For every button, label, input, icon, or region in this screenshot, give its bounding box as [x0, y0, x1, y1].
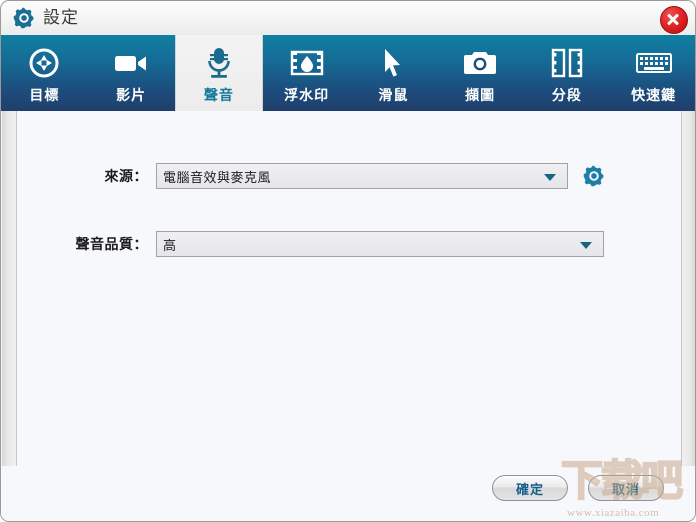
gear-icon: [13, 7, 35, 29]
quality-row: 聲音品質： 高: [1, 231, 641, 257]
target-icon: [27, 45, 61, 81]
chevron-down-icon: [580, 242, 592, 249]
film-strip-icon: [551, 45, 583, 81]
tab-label: 影片: [116, 87, 147, 103]
chevron-down-icon: [544, 174, 556, 181]
settings-content-panel: 來源： 電腦音效與麥克風 聲音品質： 高 確定 取消 www.xiazaiba.…: [1, 111, 695, 521]
tab-label: 浮水印: [284, 87, 330, 103]
scrollbar-right[interactable]: [681, 111, 695, 466]
tab-label: 分段: [551, 87, 582, 103]
tab-label: 目標: [29, 87, 60, 103]
tab-screenshot[interactable]: 擷圖: [437, 35, 524, 111]
tab-label: 快速鍵: [631, 87, 677, 103]
settings-window: 設定 目標 影片 聲音 浮水印 滑鼠 擷圖 分段 快速鍵 來源： 電腦音效與麥克…: [0, 0, 696, 522]
tab-label: 擷圖: [465, 87, 496, 103]
quality-value: 高: [163, 237, 177, 253]
cancel-button[interactable]: 取消: [588, 475, 664, 501]
source-row: 來源： 電腦音效與麥克風: [1, 163, 641, 189]
tab-mouse[interactable]: 滑鼠: [350, 35, 437, 111]
source-value: 電腦音效與麥克風: [163, 169, 272, 185]
tab-label: 聲音: [203, 87, 234, 103]
ok-button[interactable]: 確定: [492, 475, 568, 501]
watermark-icon: [290, 45, 324, 81]
close-icon[interactable]: [660, 6, 688, 34]
quality-select[interactable]: 高: [156, 231, 604, 257]
quality-label: 聲音品質：: [75, 236, 148, 252]
window-title: 設定: [43, 8, 79, 27]
tab-target[interactable]: 目標: [1, 35, 88, 111]
watermark-url: www.xiazaiba.com: [567, 507, 660, 519]
keyboard-icon: [635, 45, 672, 81]
tab-bar: 目標 影片 聲音 浮水印 滑鼠 擷圖 分段 快速鍵: [1, 35, 695, 111]
tab-video[interactable]: 影片: [88, 35, 175, 111]
source-label: 來源：: [104, 168, 148, 184]
title-bar: 設定: [1, 1, 695, 36]
tab-label: 滑鼠: [378, 87, 409, 103]
tab-hotkeys[interactable]: 快速鍵: [610, 35, 695, 111]
microphone-icon: [204, 45, 234, 81]
camera-icon: [463, 45, 497, 81]
source-settings-button[interactable]: [583, 165, 605, 187]
tab-segment[interactable]: 分段: [524, 35, 611, 111]
tab-audio[interactable]: 聲音: [174, 35, 264, 111]
video-camera-icon: [113, 45, 149, 81]
dialog-footer: 確定 取消 下载吧 www.xiazaiba.com: [1, 458, 695, 521]
source-select[interactable]: 電腦音效與麥克風: [156, 163, 568, 189]
tab-watermark[interactable]: 浮水印: [263, 35, 350, 111]
cursor-icon: [380, 45, 406, 81]
